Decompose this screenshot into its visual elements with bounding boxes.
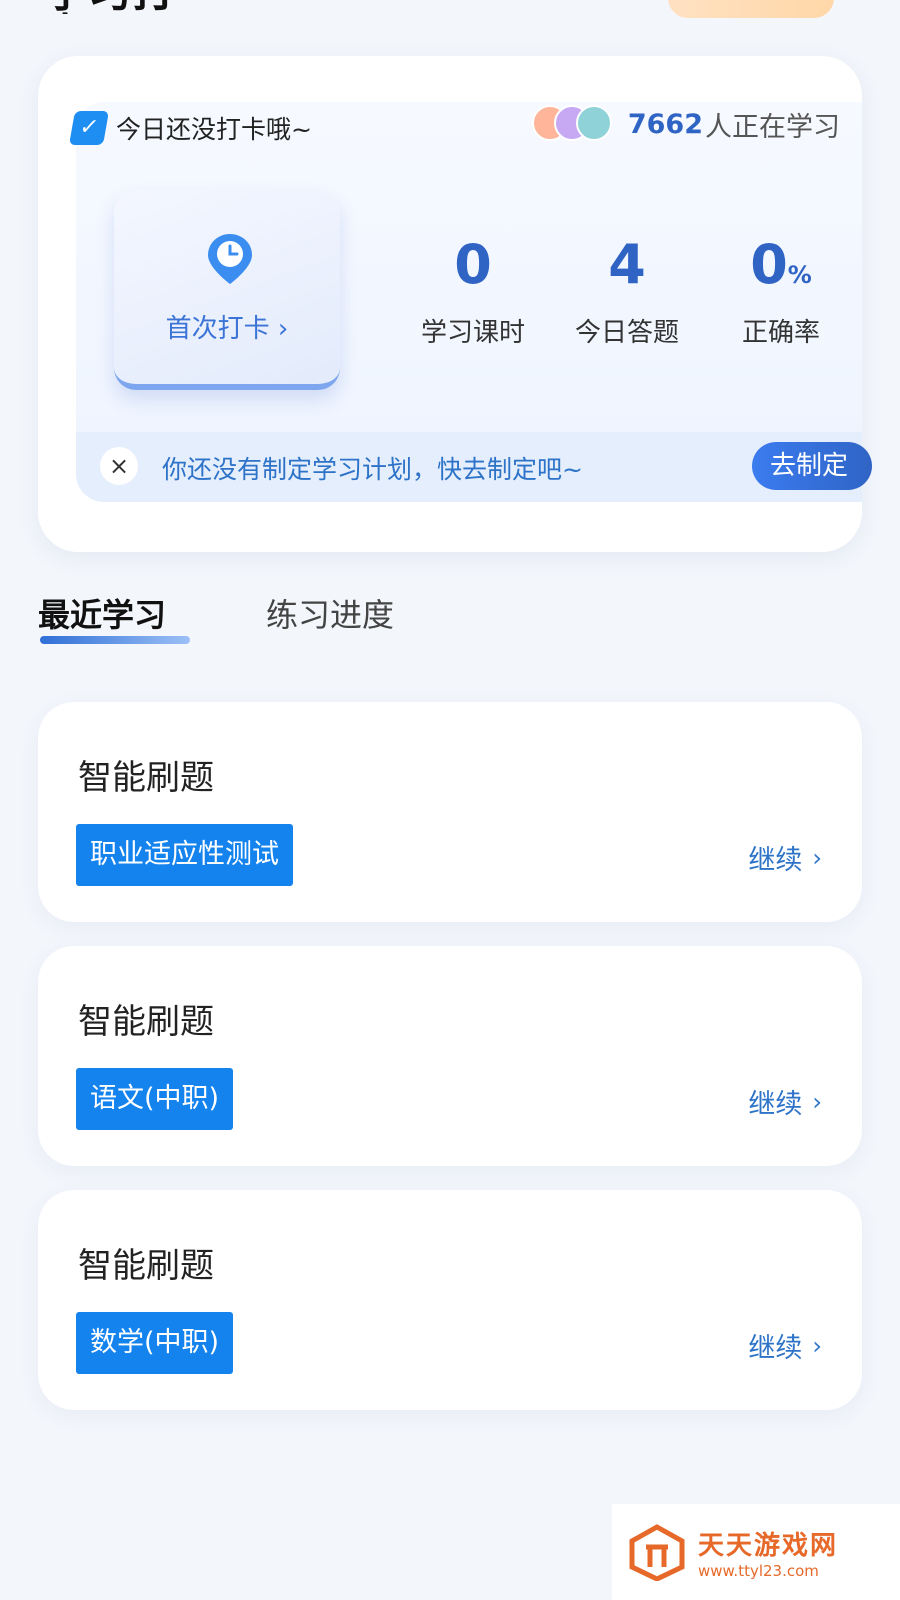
chevron-right-icon: › <box>812 1331 822 1360</box>
stat-label: 正确率 <box>741 318 820 348</box>
subject-tag: 语文(中职) <box>76 1068 234 1130</box>
subject-tag: 数学(中职) <box>76 1312 234 1374</box>
avatar <box>575 105 612 141</box>
continue-label: 继续 <box>748 1333 803 1364</box>
checkin-status: ✓ 今日还没打卡哦~ <box>69 108 312 148</box>
clock-pin-icon <box>208 234 252 284</box>
stat-answers-today: 4 今日答题 <box>562 236 692 349</box>
chevron-right-icon: › <box>812 843 822 872</box>
stat-accuracy: 0% 正确率 <box>716 236 846 349</box>
top-badge[interactable] <box>668 0 834 18</box>
learner-label: 人正在学习 <box>705 111 840 143</box>
watermark-text: 天天游戏网 www.ttyl23.com <box>698 1525 838 1580</box>
memo-check-icon: ✓ <box>69 111 109 145</box>
close-icon[interactable]: × <box>100 447 138 485</box>
make-plan-button[interactable]: 去制定 <box>752 442 872 490</box>
stat-unit: % <box>787 261 812 289</box>
continue-button[interactable]: 继续 › <box>748 1082 822 1121</box>
continue-button[interactable]: 继续 › <box>748 1326 822 1365</box>
practice-card[interactable]: 智能刷题 数学(中职) 继续 › <box>38 1190 862 1410</box>
stat-study-hours: 0 学习课时 <box>408 236 538 349</box>
stat-value: 4 <box>608 233 646 296</box>
watermark-url: www.ttyl23.com <box>698 1561 819 1580</box>
continue-label: 继续 <box>748 1089 803 1120</box>
subject-tag: 职业适应性测试 <box>76 824 293 886</box>
stat-label: 学习课时 <box>420 318 525 348</box>
plan-text: 你还没有制定学习计划，快去制定吧~ <box>162 455 583 484</box>
card-title: 智能刷题 <box>78 1246 214 1286</box>
continue-button[interactable]: 继续 › <box>748 838 822 877</box>
study-plan-banner: × 你还没有制定学习计划，快去制定吧~ 去制定 <box>76 432 872 502</box>
practice-card[interactable]: 智能刷题 语文(中职) 继续 › <box>38 946 862 1166</box>
watermark-name: 天天游戏网 <box>698 1530 839 1561</box>
first-checkin-label: 首次打卡 › <box>165 314 289 344</box>
checkin-status-text: 今日还没打卡哦~ <box>116 115 312 144</box>
active-tab-indicator <box>40 636 190 644</box>
stat-value: 0 <box>454 233 492 296</box>
stat-label: 今日答题 <box>574 318 679 348</box>
watermark-logo-icon <box>629 1524 685 1581</box>
learners-online: 7662 人正在学习 <box>531 104 840 144</box>
page: 学习打卡 ✓ 今日还没打卡哦~ 7662 人正在学习 首次打卡 › 0 学习课时… <box>0 0 900 1600</box>
stat-value: 0 <box>750 233 788 296</box>
avatar-stack <box>531 105 612 143</box>
first-checkin-button[interactable]: 首次打卡 › <box>114 190 340 390</box>
continue-label: 继续 <box>748 845 803 876</box>
tab-recent-study[interactable]: 最近学习 <box>38 590 166 636</box>
practice-card[interactable]: 智能刷题 职业适应性测试 继续 › <box>38 702 862 922</box>
page-title: 学习打卡 <box>44 0 204 14</box>
chevron-right-icon: › <box>812 1087 822 1116</box>
card-title: 智能刷题 <box>78 758 214 798</box>
watermark: 天天游戏网 www.ttyl23.com <box>612 1504 900 1600</box>
top-header: 学习打卡 <box>0 0 900 30</box>
learner-count: 7662 <box>627 108 703 140</box>
card-title: 智能刷题 <box>78 1002 214 1042</box>
tab-practice-progress[interactable]: 练习进度 <box>266 590 394 636</box>
